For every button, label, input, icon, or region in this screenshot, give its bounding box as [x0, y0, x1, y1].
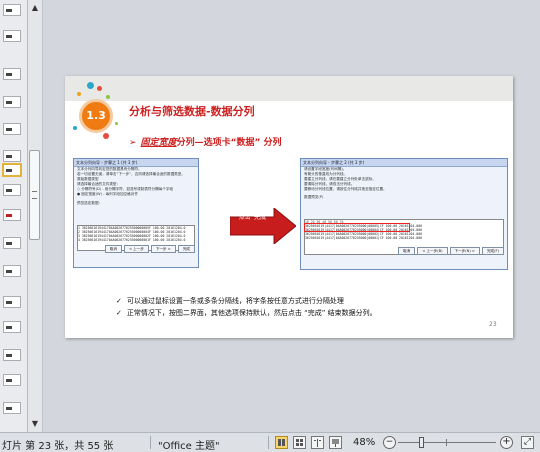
slide-show-view-icon[interactable] — [329, 436, 342, 449]
slide-thumbnail[interactable] — [3, 4, 21, 16]
zoom-level[interactable]: 48% — [353, 437, 375, 448]
preview-label: 预览选定数据： — [77, 201, 103, 205]
dialog-buttons: 取消 < 上一步(B) 下一步(N) > 完成(F) — [396, 247, 504, 266]
finish-button: 完成 — [177, 245, 195, 253]
bullet-point[interactable]: ✓ 可以通过鼠标设置一条或多条分隔线，将字条按任意方式进行分隔处理 — [116, 296, 344, 306]
preview-row: 3625661619|4417|04A0026776255000|00001|C… — [305, 236, 423, 240]
fit-to-window-icon[interactable]: ⤢ — [521, 436, 534, 449]
dialog-text: 要移动分列线位置，请按住分列线并拖至指定位置。 — [304, 187, 387, 191]
slide-sorter-view-icon[interactable] — [293, 436, 306, 449]
next-button: 下一步 > — [150, 245, 176, 253]
slide-thumbnail[interactable] — [3, 184, 21, 196]
scroll-down-arrow-icon[interactable]: ▼ — [29, 418, 41, 430]
slide-thumbnail-pane[interactable] — [0, 0, 28, 432]
slide-header-band — [65, 76, 513, 101]
dialog-buttons: 取消 < 上一步 下一步 > 完成 — [103, 245, 195, 264]
thumbnail-scrollbar[interactable]: ▲ ▼ — [28, 0, 43, 432]
slide-page-number: 23 — [489, 321, 497, 328]
grip-icon — [32, 191, 37, 199]
slide-subtitle[interactable]: ➢ 固定宽度分列—选项卡“数据” 分列 — [129, 135, 282, 148]
bullet-text: 可以通过鼠标设置一条或多条分隔线，将字条按任意方式进行分隔处理 — [126, 297, 344, 305]
highlight-rectangle — [304, 223, 410, 232]
slide-thumbnail[interactable] — [3, 402, 21, 414]
preview-row: 4 3625661619441704A002677625500000001F 1… — [78, 238, 186, 242]
slide-thumbnail[interactable] — [3, 374, 21, 386]
finish-button: 完成(F) — [481, 247, 504, 255]
current-slide[interactable]: 1.3 分析与筛选数据-数据分列 ➢ 固定宽度分列—选项卡“数据” 分列 文本分列… — [65, 76, 513, 338]
status-separator — [268, 436, 269, 449]
scrollbar-thumb[interactable] — [29, 150, 40, 240]
bullet-point[interactable]: ✓ 正常情况下，按图二界面，其他选项保持默认，然后点击 “完成” 结束数据分列。 — [116, 308, 377, 318]
dialog-title: 文本分列向导 - 步骤之 1 (共 3 步) — [74, 159, 198, 167]
slide-thumbnail[interactable] — [3, 30, 21, 42]
cancel-button: 取消 — [104, 245, 122, 253]
cancel-button: 取消 — [398, 247, 416, 255]
theme-name-status[interactable]: "Office 主题" — [158, 437, 220, 452]
slide-thumbnail[interactable] — [3, 321, 21, 333]
normal-view-icon[interactable] — [275, 436, 288, 449]
wizard-step1-screenshot[interactable]: 文本分列向导 - 步骤之 1 (共 3 步) 文本分列向导判定您的数据具有分隔符… — [73, 158, 199, 268]
checkmark-icon: ✓ — [116, 297, 122, 305]
scroll-up-arrow-icon[interactable]: ▲ — [29, 2, 41, 14]
zoom-in-button[interactable]: + — [500, 436, 513, 449]
slide-thumbnail[interactable] — [3, 296, 21, 308]
status-separator — [150, 436, 151, 449]
slide-thumbnail[interactable] — [3, 349, 21, 361]
arrow-callout-label: 点击“完成” — [238, 214, 270, 221]
zoom-out-button[interactable]: − — [383, 436, 396, 449]
zoom-slider-track[interactable] — [398, 442, 496, 443]
slide-thumbnail[interactable] — [3, 209, 21, 221]
zoom-slider-thumb[interactable] — [419, 437, 424, 448]
status-bar: 灯片 第 23 张，共 55 张 "Office 主题" 48% − + ⤢ — [0, 432, 540, 452]
slide-thumbnail[interactable] — [3, 265, 21, 277]
reading-view-icon[interactable] — [311, 436, 324, 449]
slide-count-status: 灯片 第 23 张，共 55 张 — [2, 441, 114, 452]
decorative-dot — [106, 95, 110, 99]
preview-label: 数据预览(P) — [304, 195, 324, 199]
subtitle-emphasis: 固定宽度 — [140, 138, 177, 148]
slide-title[interactable]: 分析与筛选数据-数据分列 — [129, 103, 255, 119]
decorative-dot — [77, 92, 81, 96]
back-button: < 上一步 — [123, 245, 149, 253]
slide-thumbnail[interactable] — [3, 123, 21, 135]
slide-thumbnail[interactable] — [3, 237, 21, 249]
wizard-step2-screenshot[interactable]: 文本分列向导 - 步骤之 2 (共 3 步) 请设置字段宽度(列间隔)。 有箭头… — [300, 158, 508, 270]
zoom-slider-center-tick — [446, 439, 447, 446]
checkmark-icon: ✓ — [116, 309, 122, 317]
slide-thumbnail[interactable] — [3, 68, 21, 80]
subtitle-text: 分列—选项卡“数据” 分列 — [176, 138, 282, 148]
slide-thumbnail[interactable] — [3, 96, 21, 108]
decorative-dot — [103, 133, 109, 139]
slide-thumbnail[interactable] — [3, 150, 21, 162]
arrow-bullet-icon: ➢ — [129, 138, 137, 148]
decorative-dot — [87, 82, 94, 89]
decorative-dot — [115, 122, 118, 125]
dialog-option: ● 固定宽度(W) - 每列字段加空格对齐 — [77, 192, 138, 196]
bullet-text: 正常情况下，按图二界面，其他选项保持默认，然后点击 “完成” 结束数据分列。 — [126, 309, 377, 317]
slide-thumbnail-current[interactable] — [2, 163, 22, 177]
section-badge: 1.3 — [79, 99, 113, 133]
decorative-dot — [73, 126, 77, 130]
slide-editing-canvas[interactable]: 1.3 分析与筛选数据-数据分列 ➢ 固定宽度分列—选项卡“数据” 分列 文本分列… — [43, 0, 540, 432]
next-button: 下一步(N) > — [449, 247, 480, 255]
dialog-title: 文本分列向导 - 步骤之 2 (共 3 步) — [301, 159, 507, 167]
decorative-dot — [97, 86, 102, 91]
back-button: < 上一步(B) — [417, 247, 448, 255]
